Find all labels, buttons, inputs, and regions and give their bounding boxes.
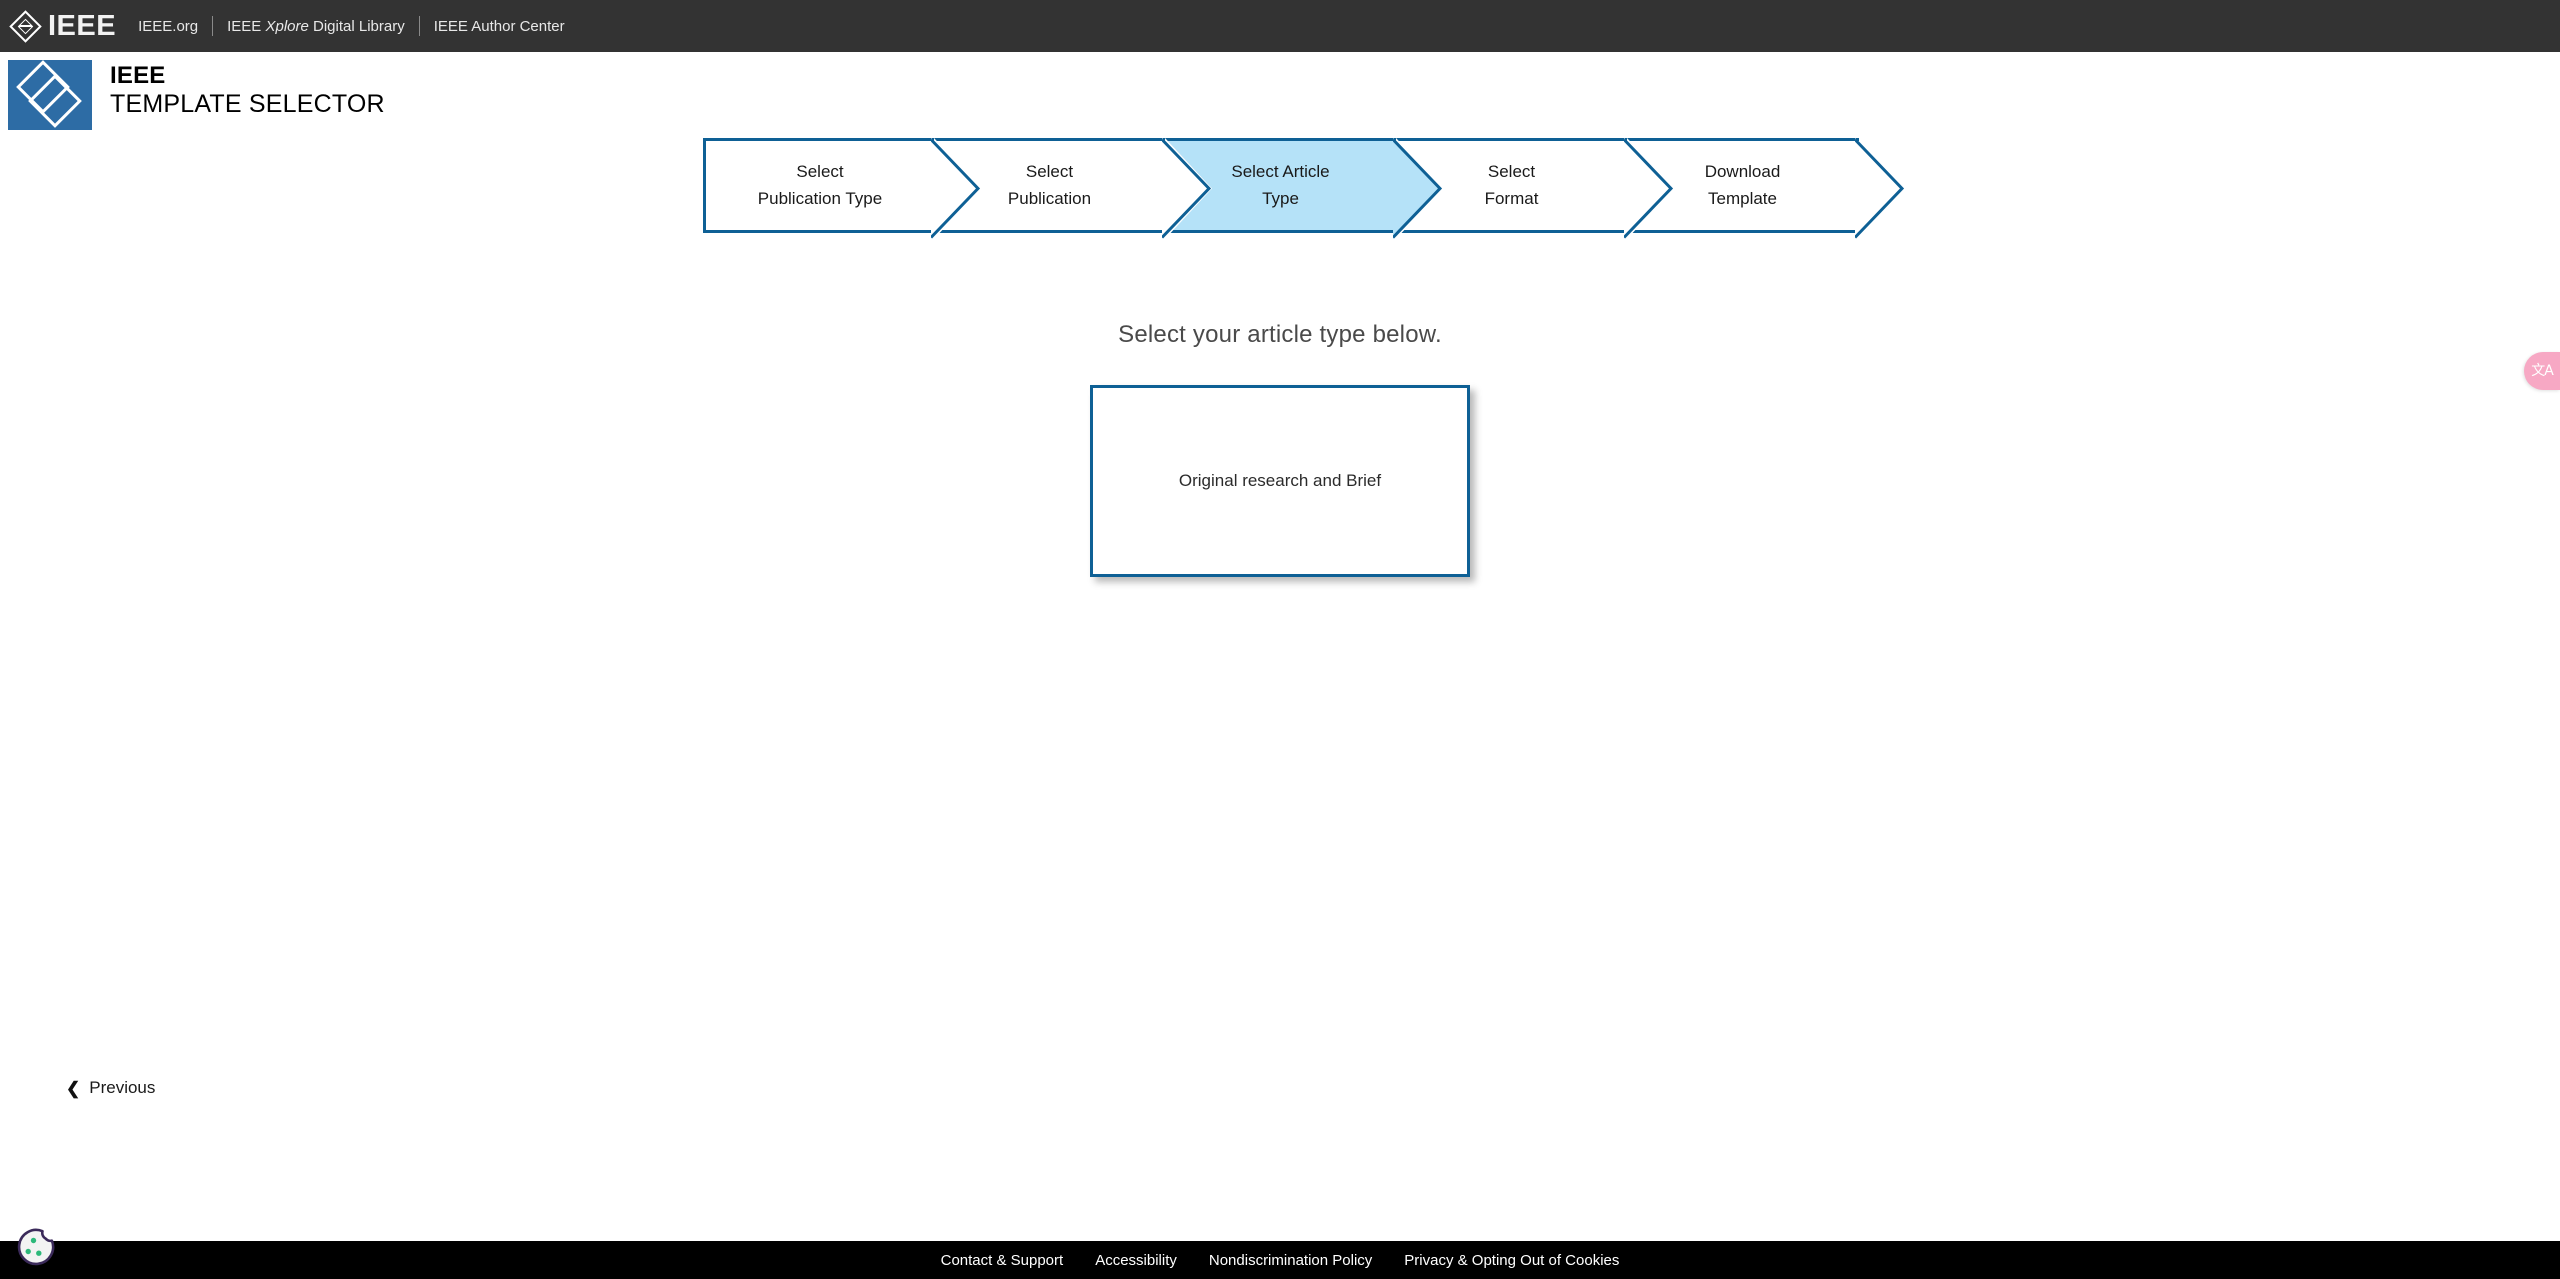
stepper-step-label: Download Template	[1687, 159, 1799, 212]
progress-stepper: Select Publication Type Select Publication S…	[702, 138, 1904, 239]
stepper-step-line2: Format	[1484, 188, 1539, 208]
stepper-step-line1: Select	[1025, 162, 1074, 182]
ieee-master-logo[interactable]: IEEE	[8, 9, 116, 43]
topnav-xplore-italic: Xplore	[265, 17, 309, 35]
stepper-step-label: Select Format	[1467, 159, 1557, 212]
stepper-step-line2: Template	[1708, 188, 1777, 208]
stepper-step-4[interactable]: Select Format	[1395, 138, 1673, 239]
template-selector-logo-tile[interactable]	[8, 60, 92, 130]
brand-band: IEEE TEMPLATE SELECTOR	[0, 52, 2560, 130]
stepper-step-3[interactable]: Select Article Type	[1164, 138, 1442, 239]
top-nav-links: IEEE.org IEEE Xplore Digital Library IEE…	[138, 16, 579, 36]
stepper-step-line2: Publication	[1007, 188, 1092, 208]
topnav-link-ieee-org[interactable]: IEEE.org	[138, 18, 212, 35]
cookie-icon	[17, 1228, 55, 1266]
progress-stepper-wrap: Select Publication Type Select Publication S…	[0, 138, 2560, 239]
topnav-xplore-suffix: Digital Library	[308, 17, 405, 35]
stepper-step-5[interactable]: Download Template	[1626, 138, 1904, 239]
stepper-step-line1: Select	[796, 162, 844, 182]
stepper-chevron-notch	[933, 138, 981, 239]
stepper-chevron-notch	[1626, 138, 1674, 239]
top-utility-bar: IEEE IEEE.org IEEE Xplore Digital Librar…	[0, 0, 2560, 52]
stepper-step-label: Select Publication	[990, 159, 1109, 212]
content-heading: Select your article type below.	[1118, 321, 1442, 348]
translate-widget-tab[interactable]: 文A	[2524, 352, 2560, 390]
page-title: TEMPLATE SELECTOR	[110, 90, 385, 119]
stepper-step-line2: Publication Type	[757, 188, 883, 208]
brand-title: IEEE	[110, 62, 166, 89]
cookie-consent-button[interactable]	[14, 1227, 56, 1269]
footer-link-1[interactable]: Contact & Support	[925, 1252, 1080, 1269]
topnav-xplore-prefix: IEEE	[227, 17, 266, 35]
stepper-step-line2: Type	[1262, 188, 1299, 208]
stepper-step-line1: Download	[1704, 162, 1781, 182]
site-footer: Contact & Support Accessibility Nondiscrim…	[0, 1241, 2560, 1279]
stepper-step-label: Select Article Type	[1213, 159, 1347, 212]
stepper-chevron-notch	[1164, 138, 1212, 239]
brand-text: IEEE TEMPLATE SELECTOR	[110, 60, 385, 120]
ieee-wordmark: IEEE	[48, 9, 117, 42]
stepper-chevron-tip	[1854, 138, 1904, 239]
stepper-step-line1: Select	[1487, 162, 1536, 182]
footer-link-3[interactable]: Nondiscrimination Policy	[1193, 1252, 1388, 1269]
stepper-step-2[interactable]: Select Publication	[933, 138, 1211, 239]
topnav-link-author-center[interactable]: IEEE Author Center	[420, 18, 579, 35]
chevron-left-icon: ❮	[66, 1078, 81, 1098]
stepper-step-line1: Select Article	[1231, 162, 1330, 182]
previous-button-label: Previous	[89, 1078, 156, 1097]
previous-button[interactable]: ❮ Previous	[66, 1078, 155, 1098]
stepper-step-label: Select Publication Type	[740, 159, 900, 212]
article-type-list: Original research and Brief	[1090, 385, 1470, 577]
article-type-card[interactable]: Original research and Brief	[1090, 385, 1470, 577]
main-content: Select your article type below. Original…	[0, 321, 2560, 577]
translate-icon: 文A	[2531, 363, 2554, 379]
footer-link-4[interactable]: Privacy & Opting Out of Cookies	[1388, 1252, 1635, 1269]
topnav-link-ieee-xplore[interactable]: IEEE Xplore Digital Library	[213, 18, 419, 35]
stepper-step-1[interactable]: Select Publication Type	[702, 138, 980, 239]
stepper-chevron-notch	[1395, 138, 1443, 239]
ieee-diamond-icon	[8, 9, 42, 43]
footer-link-2[interactable]: Accessibility	[1079, 1252, 1193, 1269]
